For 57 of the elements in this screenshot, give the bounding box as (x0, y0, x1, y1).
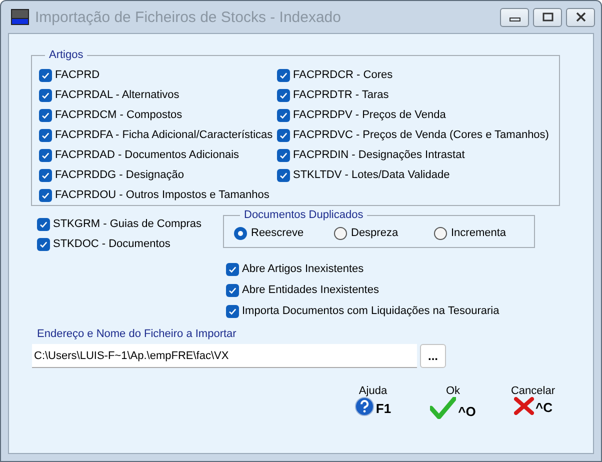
checkbox[interactable]: FACPRD (39, 67, 277, 83)
radio-button[interactable]: Reescreve (234, 226, 334, 240)
checkmark-icon (41, 170, 50, 180)
browse-button[interactable]: ... (420, 344, 446, 368)
checkbox[interactable]: FACPRDDG - Designação (39, 167, 277, 183)
ok-button[interactable]: Ok ^O (413, 385, 493, 419)
checkmark-icon (41, 190, 50, 200)
checkbox[interactable]: FACPRDCR - Cores (277, 67, 549, 83)
checkbox[interactable]: FACPRDVC - Preços de Venda (Cores e Tamanhos) (277, 127, 549, 143)
checkmark-icon (279, 130, 288, 140)
maximize-icon (542, 12, 554, 22)
checkbox[interactable]: STKDOC - Documentos (37, 236, 223, 252)
checkmark-icon (41, 150, 50, 160)
close-icon (514, 397, 534, 415)
checkbox[interactable]: FACPRDAL - Alternativos (39, 87, 277, 103)
group-title: Artigos (48, 49, 84, 61)
checkmark-icon (279, 70, 288, 80)
app-icon (11, 9, 29, 25)
checkmark-icon (39, 220, 48, 228)
checkbox[interactable]: FACPRDTR - Taras (277, 87, 549, 103)
close-button[interactable] (566, 8, 595, 26)
checkbox[interactable]: STKGRM - Guias de Compras (37, 216, 223, 232)
checkmark-icon (228, 306, 237, 316)
radio-button[interactable]: Incrementa (434, 226, 534, 240)
radio-button[interactable]: Despreza (334, 226, 434, 240)
checkmark-icon (41, 90, 50, 100)
checkmark-icon (279, 90, 288, 100)
close-icon (574, 12, 586, 22)
checkbox[interactable]: Importa Documentos com Liquidações na Tesouraria (226, 303, 593, 319)
checkmark-icon (279, 110, 288, 120)
checkbox[interactable]: FACPRDCM - Compostos (39, 107, 277, 123)
checkmark-icon (279, 150, 288, 160)
window-title: Importação de Ficheiros de Stocks - Indexado (35, 8, 342, 26)
minimize-button[interactable] (500, 8, 529, 26)
help-icon (354, 397, 374, 416)
checkbox[interactable]: STKLTDV - Lotes/Data Validade (277, 167, 549, 183)
maximize-button[interactable] (533, 8, 562, 26)
file-path-field[interactable]: C:\Users\LUIS-F~1\Ap.\empFRE\fac\VX (32, 344, 417, 368)
checkbox[interactable]: Abre Entidades Inexistentes (226, 282, 593, 298)
checkmark-icon (41, 70, 50, 80)
checkmark-icon (279, 170, 288, 180)
checkbox[interactable]: FACPRDIN - Designações Intrastat (277, 147, 549, 163)
checkbox[interactable]: FACPRDFA - Ficha Adicional/Características (39, 127, 277, 143)
checkmark-icon (430, 397, 456, 419)
checkbox[interactable]: FACPRDOU - Outros Impostos e Tamanhos (39, 187, 277, 203)
checkmark-icon (41, 130, 50, 140)
checkbox[interactable]: FACPRDPV - Preços de Venda (277, 107, 549, 123)
field-label: Endereço e Nome do Ficheiro a Importar (37, 328, 238, 340)
checkmark-icon (228, 286, 237, 294)
checkmark-icon (228, 264, 237, 274)
group-title: Documentos Duplicados (243, 209, 364, 221)
cancel-button[interactable]: Cancelar ^C (493, 385, 573, 419)
checkbox[interactable]: FACPRDAD - Documentos Adicionais (39, 147, 277, 163)
checkmark-icon (41, 110, 50, 120)
checkbox[interactable]: Abre Artigos Inexistentes (226, 261, 593, 277)
checkmark-icon (39, 240, 48, 248)
help-button[interactable]: Ajuda F1 (333, 385, 413, 419)
